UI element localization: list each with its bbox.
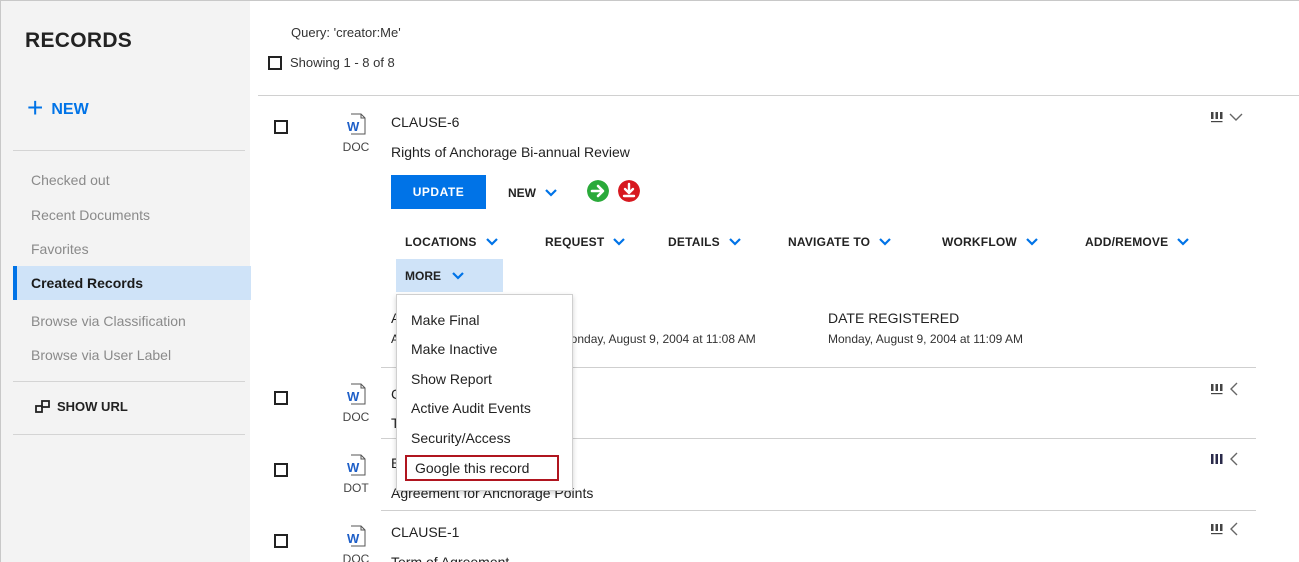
- chevron-down-icon: [485, 238, 498, 246]
- sidebar-item-checked-out[interactable]: Checked out: [13, 163, 251, 197]
- word-document-icon[interactable]: W: [346, 525, 366, 547]
- columns-icon: [1211, 112, 1223, 123]
- header-divider: [258, 95, 1299, 96]
- columns-icon: [1211, 524, 1223, 535]
- link-icon: [35, 399, 50, 413]
- chevron-left-icon: [1230, 382, 1238, 396]
- word-document-icon[interactable]: W: [346, 113, 366, 135]
- query-text: Query: 'creator:Me': [291, 25, 401, 40]
- new-record-label: NEW: [51, 100, 89, 118]
- menu-more-label: MORE: [405, 268, 441, 283]
- sidebar-divider: [13, 434, 245, 435]
- record-checkbox[interactable]: [274, 391, 288, 405]
- chevron-down-icon: [1026, 238, 1038, 246]
- download-icon[interactable]: [618, 180, 640, 202]
- meta-field-value: londay, August 9, 2004 at 11:08 AM: [568, 332, 756, 346]
- menu-item-show-report[interactable]: Show Report: [397, 365, 572, 393]
- menu-details-label: DETAILS: [668, 235, 720, 249]
- showing-count: Showing 1 - 8 of 8: [290, 55, 395, 70]
- chevron-down-icon: [729, 238, 741, 246]
- show-url-button[interactable]: SHOW URL: [35, 399, 128, 414]
- menu-request[interactable]: REQUEST: [545, 235, 626, 249]
- svg-text:W: W: [347, 389, 360, 404]
- svg-text:W: W: [347, 460, 360, 475]
- menu-more[interactable]: MORE: [396, 259, 503, 292]
- menu-item-make-final[interactable]: Make Final: [397, 306, 572, 334]
- show-url-label: SHOW URL: [57, 399, 128, 414]
- update-button[interactable]: UPDATE: [391, 175, 486, 209]
- record-title: Term of Agreement: [391, 554, 510, 562]
- checkin-arrow-icon[interactable]: [587, 180, 609, 202]
- menu-add-remove-label: ADD/REMOVE: [1085, 235, 1169, 249]
- record-checkbox[interactable]: [274, 120, 288, 134]
- menu-item-make-inactive[interactable]: Make Inactive: [397, 335, 572, 363]
- menu-workflow[interactable]: WORKFLOW: [942, 235, 1039, 249]
- record-id[interactable]: CLAUSE-1: [391, 524, 459, 540]
- select-all-row: Showing 1 - 8 of 8: [268, 55, 395, 70]
- chevron-down-icon: [879, 238, 891, 246]
- svg-text:W: W: [347, 119, 360, 134]
- chevron-down-icon: [545, 189, 557, 197]
- new-dropdown-label: NEW: [508, 186, 536, 200]
- sidebar-item-recent-documents[interactable]: Recent Documents: [13, 198, 251, 232]
- record-columns-toggle[interactable]: [1210, 382, 1240, 396]
- record-type: DOC: [342, 140, 370, 154]
- record-columns-toggle[interactable]: [1210, 522, 1240, 536]
- menu-request-label: REQUEST: [545, 235, 605, 249]
- menu-navigate-to[interactable]: NAVIGATE TO: [788, 235, 892, 249]
- word-document-icon[interactable]: W: [346, 454, 366, 476]
- svg-text:W: W: [347, 531, 360, 546]
- menu-item-google-this-record[interactable]: Google this record: [405, 455, 559, 481]
- row-divider: [381, 510, 1256, 511]
- record-type: DOT: [343, 481, 369, 495]
- record-type: DOC: [342, 552, 370, 562]
- select-all-checkbox[interactable]: [268, 55, 282, 70]
- plus-icon: +: [27, 92, 44, 123]
- sidebar: RECORDS + NEW Checked out Recent Documen…: [0, 0, 251, 562]
- chevron-left-icon: [1230, 522, 1238, 536]
- record-columns-toggle[interactable]: [1210, 452, 1240, 466]
- record-title: Rights of Anchorage Bi-annual Review: [391, 144, 630, 160]
- record-checkbox[interactable]: [274, 534, 288, 548]
- chevron-down-icon: [1229, 113, 1243, 121]
- chevron-down-icon: [1177, 238, 1190, 246]
- sidebar-divider: [13, 150, 245, 151]
- menu-item-active-audit-events[interactable]: Active Audit Events: [397, 394, 572, 422]
- menu-add-remove[interactable]: ADD/REMOVE: [1085, 235, 1190, 249]
- main-content: Query: 'creator:Me' Showing 1 - 8 of 8 W…: [250, 0, 1299, 562]
- date-registered-label: DATE REGISTERED: [828, 310, 960, 326]
- more-dropdown-menu: Make Final Make Inactive Show Report Act…: [396, 294, 573, 491]
- sidebar-item-browse-user-label[interactable]: Browse via User Label: [13, 338, 251, 372]
- sidebar-title: RECORDS: [25, 29, 133, 52]
- menu-details[interactable]: DETAILS: [668, 235, 742, 249]
- sidebar-item-favorites[interactable]: Favorites: [13, 232, 251, 266]
- record-checkbox[interactable]: [274, 463, 288, 477]
- new-dropdown[interactable]: NEW: [508, 186, 558, 200]
- menu-workflow-label: WORKFLOW: [942, 235, 1017, 249]
- record-type: DOC: [342, 410, 370, 424]
- menu-locations-label: LOCATIONS: [405, 235, 477, 249]
- chevron-down-icon: [452, 271, 464, 280]
- chevron-down-icon: [613, 238, 626, 246]
- sidebar-item-browse-classification[interactable]: Browse via Classification: [13, 304, 251, 338]
- sidebar-divider: [13, 381, 245, 382]
- chevron-left-icon: [1230, 452, 1238, 466]
- word-document-icon[interactable]: W: [346, 383, 366, 405]
- menu-navigate-to-label: NAVIGATE TO: [788, 235, 871, 249]
- columns-icon: [1211, 454, 1223, 464]
- menu-item-security-access[interactable]: Security/Access: [397, 424, 572, 452]
- record-id[interactable]: CLAUSE-6: [391, 114, 459, 130]
- new-record-button[interactable]: + NEW: [27, 92, 89, 123]
- columns-icon: [1211, 384, 1223, 395]
- record-columns-toggle[interactable]: [1210, 111, 1244, 123]
- menu-locations[interactable]: LOCATIONS: [405, 235, 499, 249]
- date-registered-value: Monday, August 9, 2004 at 11:09 AM: [828, 332, 1024, 346]
- sidebar-item-created-records[interactable]: Created Records: [13, 266, 251, 300]
